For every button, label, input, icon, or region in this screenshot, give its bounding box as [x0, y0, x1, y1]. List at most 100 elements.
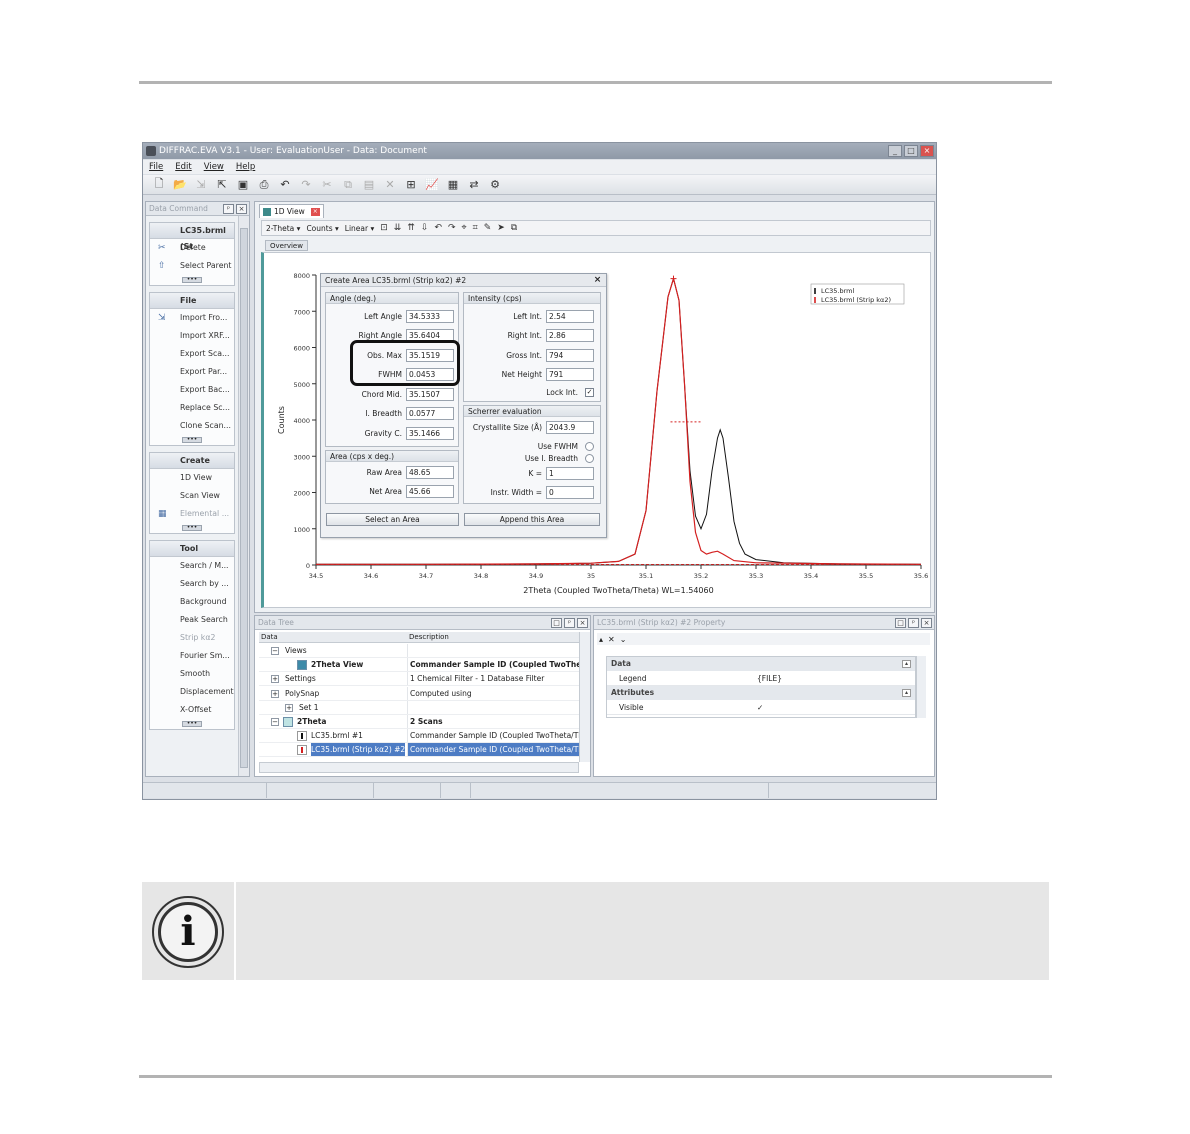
property-row-visible[interactable]: Visible ✓ — [607, 700, 915, 715]
pin-icon[interactable]: ᵖ — [908, 618, 919, 628]
tree-row[interactable]: 2Theta View Commander Sample ID (Coupled … — [259, 658, 579, 673]
left-panel-scrollbar[interactable] — [238, 216, 249, 776]
command-clone-scan[interactable]: Clone Scan... — [150, 417, 234, 435]
menu-file[interactable]: File — [149, 160, 163, 174]
new-icon[interactable]: 🗋 — [151, 177, 167, 192]
tree-row[interactable]: + Settings 1 Chemical Filter - 1 Database … — [259, 672, 579, 687]
chart-icon[interactable]: 📈 — [424, 178, 440, 192]
restore-icon[interactable]: □ — [895, 618, 906, 628]
tree-row[interactable]: − Views — [259, 644, 579, 658]
tree-row[interactable]: LC35.brml (Strip kα2) #2 Commander Sample… — [259, 743, 579, 758]
command-export-bac[interactable]: Export Bac... — [150, 381, 234, 399]
use-breadth-radio[interactable] — [585, 453, 594, 463]
tree-row[interactable]: LC35.brml #1 Commander Sample ID (Coupled… — [259, 729, 579, 744]
menu-view[interactable]: View — [204, 160, 224, 174]
instr-width-field[interactable]: 0 — [546, 485, 594, 499]
collapse-icon[interactable]: ▴ — [902, 689, 911, 697]
property-category-data[interactable]: Data ▴ — [607, 657, 915, 671]
marker-icon[interactable]: ✎ — [484, 223, 492, 233]
scan-icon[interactable]: ⇄ — [466, 178, 482, 192]
copy-icon[interactable]: ⧉ — [340, 178, 356, 192]
export-icon[interactable]: ⇱ — [214, 178, 230, 192]
fit-up-icon[interactable]: ⇈ — [407, 223, 415, 233]
tree-row[interactable]: + PolySnap Computed using — [259, 686, 579, 701]
restore-icon[interactable]: □ — [551, 618, 562, 628]
append-area-button[interactable]: Append this Area — [464, 513, 600, 526]
undo-icon[interactable]: ↶ — [277, 178, 293, 192]
copy-view-icon[interactable]: ⧉ — [511, 223, 517, 233]
menu-help[interactable]: Help — [236, 160, 255, 174]
expand-icon[interactable]: + — [271, 689, 279, 698]
collapse-icon[interactable]: − — [271, 647, 279, 655]
column-description[interactable]: Description — [409, 632, 449, 643]
xaxis-dropdown[interactable]: 2-Theta ▾ — [266, 224, 300, 233]
undo-zoom-icon[interactable]: ↶ — [434, 223, 442, 233]
table-icon[interactable]: ▦ — [445, 178, 461, 192]
tree-horizontal-scrollbar[interactable] — [259, 762, 579, 773]
command-fourier-sm[interactable]: Fourier Sm... — [150, 647, 234, 665]
collapse-icon[interactable]: ⌄ — [620, 635, 627, 644]
cursor-icon[interactable]: ➤ — [497, 223, 505, 233]
i-breadth-input[interactable]: 0.0577 — [406, 407, 454, 420]
command-search-m[interactable]: Search / M... — [150, 557, 234, 575]
import-icon[interactable]: ⇲ — [193, 178, 209, 192]
command-background[interactable]: Background — [150, 593, 234, 611]
pin-icon[interactable]: ᵖ — [223, 204, 234, 214]
paste-icon[interactable]: ▤ — [361, 178, 377, 192]
command-1d-view[interactable]: 1D View — [150, 469, 234, 487]
expand-icon[interactable]: + — [271, 675, 279, 684]
scroll-down-icon[interactable]: ⇩ — [421, 223, 429, 233]
collapse-icon[interactable]: ▴ — [902, 660, 911, 668]
lock-int-checkbox[interactable]: ✓ — [585, 387, 594, 397]
command-replace-sc[interactable]: Replace Sc... — [150, 399, 234, 417]
select-area-button[interactable]: Select an Area — [326, 513, 459, 526]
net-height-input[interactable]: 791 — [546, 368, 594, 381]
command-smooth[interactable]: Smooth — [150, 665, 234, 683]
property-category-attributes[interactable]: Attributes ▴ — [607, 686, 915, 700]
tree-row[interactable]: + Set 1 — [259, 700, 579, 715]
command-scan-view[interactable]: Scan View — [150, 487, 234, 505]
dialog-close-icon[interactable]: × — [592, 275, 603, 285]
command-strip-k-2[interactable]: Strip kα2 — [150, 629, 234, 647]
use-fwhm-radio[interactable] — [585, 441, 594, 451]
group-header[interactable]: Create — [150, 453, 234, 469]
tab-close-icon[interactable]: × — [310, 208, 320, 216]
open-icon[interactable]: 📂 — [172, 178, 188, 192]
print-icon[interactable]: ⎙ — [256, 178, 272, 192]
overview-tab[interactable]: Overview — [265, 240, 308, 251]
crystallite-size-field[interactable]: 2043.9 — [546, 420, 594, 434]
close-button[interactable]: × — [920, 145, 934, 157]
save-icon[interactable]: ▣ — [235, 178, 251, 192]
gravity-c-input[interactable]: 35.1466 — [406, 426, 454, 440]
sort-icon[interactable]: ▴ — [599, 635, 603, 644]
remove-icon[interactable]: ✕ — [608, 635, 615, 644]
command-import-xrf[interactable]: Import XRF... — [150, 327, 234, 345]
command-x-offset[interactable]: X-Offset — [150, 701, 234, 719]
left-angle-input[interactable]: 34.5333 — [406, 309, 454, 323]
zoom-icon[interactable]: ⊡ — [380, 223, 388, 233]
command-peak-search[interactable]: Peak Search — [150, 611, 234, 629]
close-icon[interactable]: × — [921, 618, 932, 628]
right-int-input[interactable]: 2.86 — [546, 329, 594, 342]
minimize-button[interactable]: _ — [888, 145, 902, 157]
fit-down-icon[interactable]: ⇊ — [394, 223, 402, 233]
more-button[interactable]: ••• — [150, 719, 234, 729]
delete-icon[interactable]: ✕ — [382, 178, 398, 192]
command-displacement[interactable]: Displacement — [150, 683, 234, 701]
net-area-input[interactable]: 45.66 — [406, 484, 454, 498]
property-value[interactable]: ✓ — [757, 700, 763, 715]
gross-int-input[interactable]: 794 — [546, 348, 594, 362]
command-elemental[interactable]: ▦ Elemental ... — [150, 505, 234, 523]
area-tool-icon[interactable]: ⌗ — [473, 223, 478, 233]
property-row-legend[interactable]: Legend {FILE} — [607, 671, 915, 686]
maximize-button[interactable]: □ — [904, 145, 918, 157]
command-import-fro[interactable]: ⇲ Import Fro... — [150, 309, 234, 327]
chord-mid-input[interactable]: 35.1507 — [406, 387, 454, 401]
scale-dropdown[interactable]: Linear ▾ — [345, 224, 374, 233]
command-export-sca[interactable]: Export Sca... — [150, 345, 234, 363]
column-data[interactable]: Data — [261, 632, 278, 643]
k-field[interactable]: 1 — [546, 466, 594, 480]
command-delete[interactable]: ✂ Delete — [150, 239, 234, 257]
command-select-parent[interactable]: ⇧ Select Parent — [150, 257, 234, 275]
redo-icon[interactable]: ↷ — [298, 178, 314, 192]
